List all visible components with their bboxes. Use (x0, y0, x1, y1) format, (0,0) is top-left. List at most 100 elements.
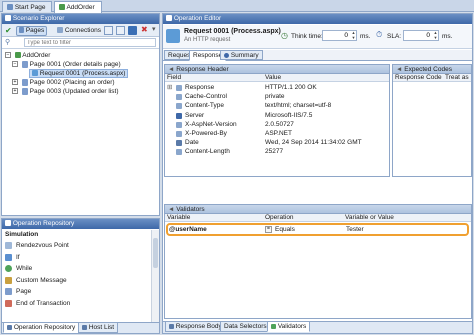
tab-operation-repository[interactable]: Operation Repository (3, 322, 80, 333)
repository-item[interactable]: End of Transaction (2, 298, 151, 310)
field-name: Server (185, 111, 205, 119)
scenario-explorer-header: Scenario Explorer (2, 14, 159, 24)
end-transaction-icon (5, 299, 12, 307)
page-icon (5, 288, 12, 295)
collapse-icon[interactable]: − (12, 61, 18, 68)
tree-node-label: Page 0003 (Updated order list) (29, 88, 119, 95)
expand-icon[interactable]: + (12, 79, 18, 86)
table-row[interactable]: ⊞ Response HTTP/1.1 200 OK (165, 83, 389, 92)
item-label: While (16, 265, 33, 272)
validator-operation[interactable]: Equals (275, 226, 295, 234)
scrollbar-thumb[interactable] (153, 238, 158, 268)
tab-addorder[interactable]: AddOrder (54, 1, 102, 13)
tab-summary[interactable]: Summary (220, 50, 263, 60)
field-name: Content-Length (185, 148, 230, 156)
field-value: Wed, 24 Sep 2014 11:34:02 GMT (265, 139, 362, 147)
header-icon (176, 94, 182, 101)
section-title: Expected Codes (404, 66, 452, 73)
tab-start-page[interactable]: Start Page (2, 1, 52, 12)
item-label: Page (16, 288, 32, 295)
tab-response-body[interactable]: Response Body (165, 321, 226, 332)
pages-label: Pages (25, 27, 45, 34)
add-icon[interactable] (116, 26, 125, 35)
tab-data-selectors[interactable]: Data Selectors (220, 321, 271, 332)
connections-button[interactable]: Connections (54, 26, 104, 36)
expand-icon[interactable]: ⊞ (167, 83, 172, 92)
sla-unit: ms. (442, 33, 453, 40)
editor-tab-strip: Request Response Summary (163, 50, 472, 61)
tree-node-label: Page 0002 (Placing an order) (29, 79, 115, 86)
repository-tab-strip: Operation Repository Host List (2, 322, 159, 333)
tab-label: Response Body (175, 323, 222, 330)
editor-bottom-tab-strip: Response Body Data Selectors Validators (163, 321, 472, 333)
tree-node-root[interactable]: − AddOrder (2, 51, 159, 60)
delete-icon[interactable]: ✖ (141, 26, 148, 34)
tree-node-page3[interactable]: + Page 0003 (Updated order list) (2, 87, 159, 96)
tab-validators[interactable]: Validators (267, 321, 311, 332)
operation-editor-header: Operation Editor (163, 14, 472, 24)
collapse-icon[interactable]: − (5, 52, 11, 59)
repository-scrollbar[interactable] (151, 230, 159, 322)
table-row[interactable]: X-Powered-By ASP.NET (165, 129, 389, 138)
repository-item[interactable]: While (2, 263, 151, 275)
page-icon (21, 60, 28, 68)
response-header-section: ◄ Response Header Field Value ⊞ Response… (164, 64, 390, 177)
col-field: Field (167, 74, 182, 81)
field-name: X-AspNet-Version (185, 120, 237, 128)
field-name: Cache-Control (185, 93, 227, 101)
col-treat-as: Treat as (445, 74, 469, 81)
calendar-icon (176, 140, 182, 147)
repository-icon (5, 220, 11, 227)
think-time-stepper-icon[interactable]: ▲ ▼ (350, 30, 357, 41)
table-row[interactable]: Cache-Control private (165, 92, 389, 101)
menu-icon[interactable]: ▾ (152, 26, 156, 34)
sla-stepper-icon[interactable]: ▲ ▼ (432, 30, 439, 41)
panel-title: Scenario Explorer (12, 15, 65, 22)
repository-item[interactable]: If (2, 252, 151, 264)
filter-options-icon[interactable] (14, 38, 22, 47)
validator-row[interactable]: @userName = Equals Tester (166, 223, 469, 236)
header-icon (176, 130, 182, 137)
table-row[interactable]: Content-Type text/html; charset=utf-8 (165, 101, 389, 110)
scenario-icon (59, 4, 65, 11)
save-icon[interactable] (128, 26, 137, 35)
item-label: If (16, 253, 20, 261)
page-icon (7, 4, 13, 11)
filter-input[interactable] (24, 38, 156, 47)
tree-node-label: Page 0001 (Order details page) (29, 61, 121, 68)
field-value: private (265, 93, 285, 101)
field-value: HTTP/1.1 200 OK (265, 84, 317, 91)
header-icon (176, 121, 182, 128)
scenario-icon (14, 52, 21, 59)
operation-dropdown-icon[interactable]: = (265, 226, 272, 233)
request-icon (32, 70, 38, 77)
scenario-explorer-panel: Scenario Explorer ✔ Pages Connections ✖ … (1, 13, 160, 216)
field-value: 25277 (265, 148, 284, 156)
operation-editor-panel: Operation Editor Request 0001 (Process.a… (162, 13, 473, 334)
repository-item[interactable]: Page (2, 286, 151, 298)
repository-list: Simulation Rendezvous Point If While Cus… (2, 230, 151, 322)
table-row[interactable]: X-AspNet-Version 2.0.50727 (165, 120, 389, 129)
check-icon[interactable]: ✔ (5, 27, 12, 35)
validator-value[interactable]: Tester (346, 226, 364, 234)
sla-label: SLA: (387, 33, 402, 40)
table-row[interactable]: Date Wed, 24 Sep 2014 11:34:02 GMT (165, 138, 389, 147)
tree-node-page2[interactable]: + Page 0002 (Placing an order) (2, 78, 159, 87)
repository-item[interactable]: Custom Message (2, 275, 151, 287)
expand-icon[interactable]: + (12, 88, 18, 95)
think-time-label: Think time: (291, 33, 323, 40)
repository-item[interactable]: Rendezvous Point (2, 240, 151, 252)
connections-label: Connections (64, 27, 101, 34)
field-value: Microsoft-IIS/7.5 (265, 111, 313, 119)
expected-codes-title: ◄ Expected Codes (393, 65, 471, 74)
tab-host-list[interactable]: Host List (78, 322, 119, 333)
table-row[interactable]: Content-Length 25277 (165, 147, 389, 156)
table-row[interactable]: Server Microsoft-IIS/7.5 (165, 111, 389, 120)
scenario-tree: − AddOrder − Page 0001 (Order details pa… (2, 49, 159, 129)
view-toggle-icon[interactable] (104, 26, 113, 35)
item-label: Custom Message (16, 276, 67, 284)
tree-node-page1[interactable]: − Page 0001 (Order details page) (2, 60, 159, 69)
response-header-rows: ⊞ Response HTTP/1.1 200 OK Cache-Control… (165, 82, 389, 157)
tree-node-request1[interactable]: Request 0001 (Process.aspx) (2, 69, 159, 78)
pages-button[interactable]: Pages (16, 26, 48, 36)
